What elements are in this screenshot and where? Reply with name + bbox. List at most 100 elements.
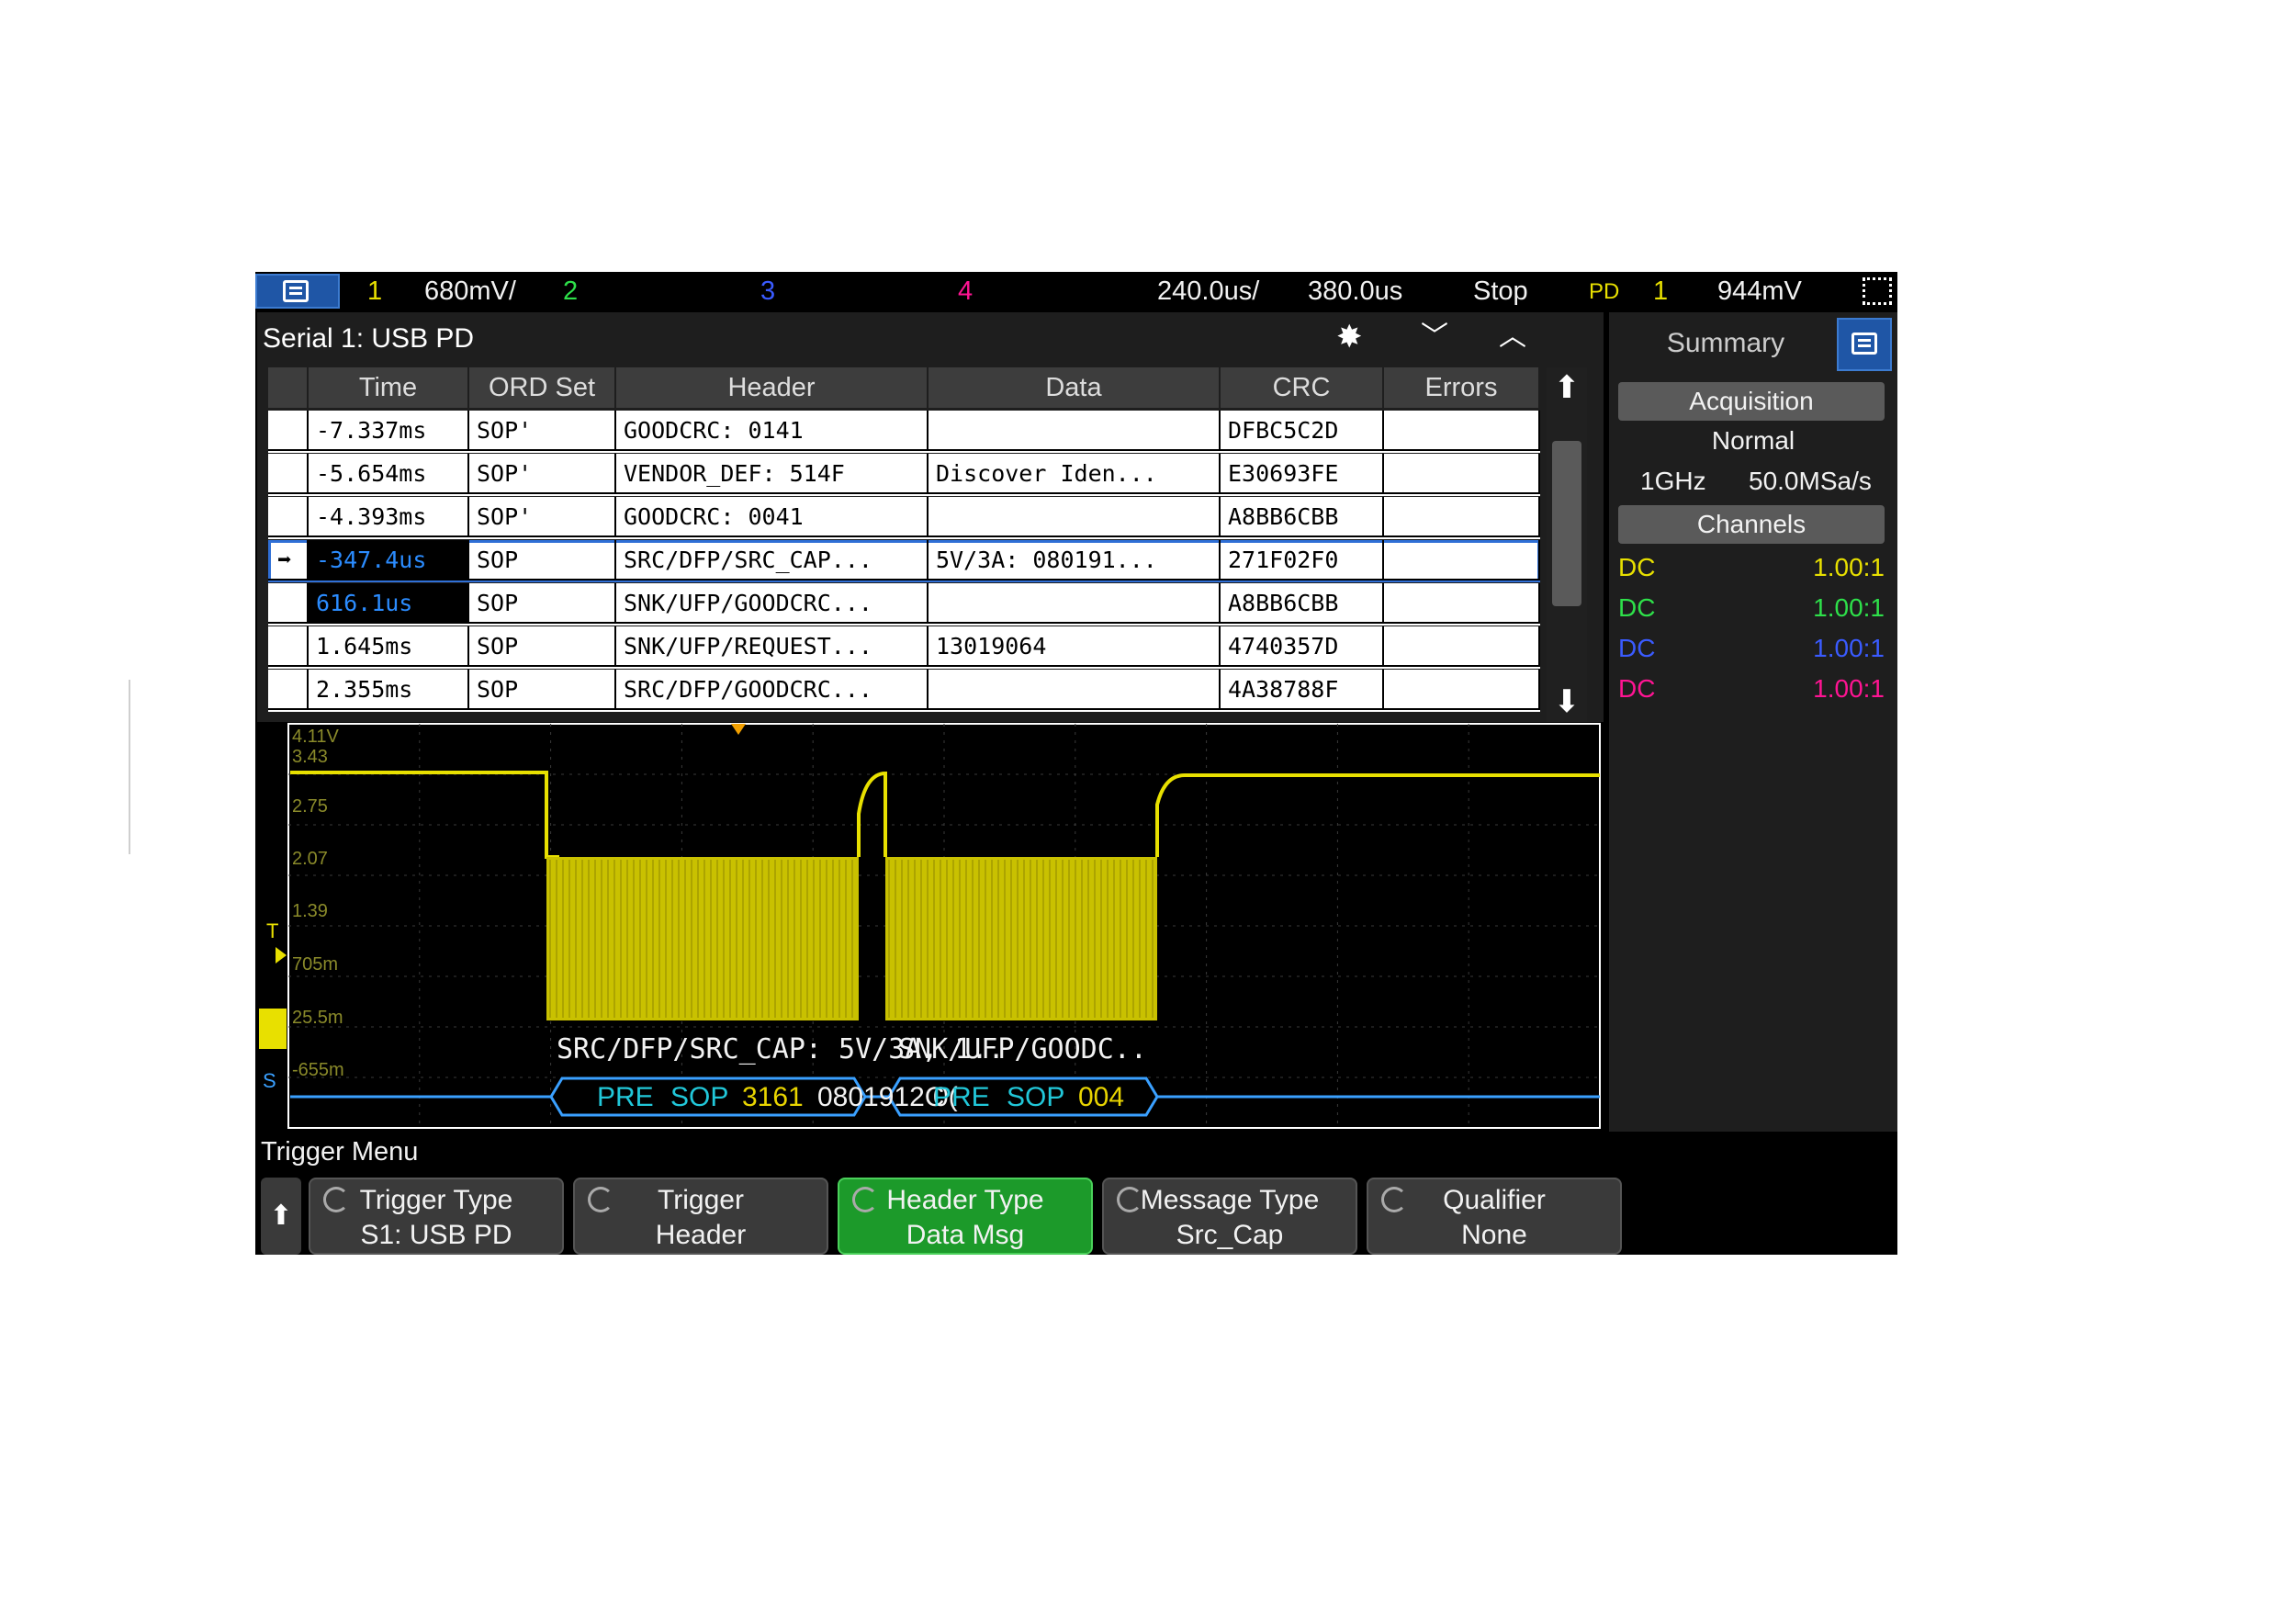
cell-header: VENDOR_DEF: 514F <box>616 454 929 494</box>
timebase-scale[interactable]: 240.0us/ <box>1157 276 1259 307</box>
probe-ratio: 1.00:1 <box>1813 634 1885 662</box>
table-header: Time ORD Set Header Data CRC Errors <box>268 367 1540 410</box>
table-row[interactable]: 1.645ms SOP SNK/UFP/REQUEST... 13019064 … <box>268 626 1540 669</box>
stray-divider-line <box>129 680 130 854</box>
table-row-selected[interactable]: ➡ -347.4us SOP SRC/DFP/SRC_CAP... 5V/3A:… <box>268 540 1540 582</box>
softkey-header-type[interactable]: Header Type Data Msg <box>838 1178 1093 1255</box>
cell-errors <box>1384 670 1540 710</box>
bus2-header: 004 <box>1078 1082 1124 1112</box>
acquisition-mode: Normal <box>1711 426 1795 455</box>
voltage-tick: 2.75 <box>292 796 328 817</box>
ch4-number[interactable]: 4 <box>958 276 973 307</box>
cell-ord: SOP' <box>469 411 616 451</box>
summary-tab[interactable]: Summary <box>1620 321 1831 366</box>
settings-gear-icon[interactable]: ✸ <box>1336 321 1363 353</box>
cell-crc: 4A38788F <box>1221 670 1384 710</box>
waveform-display[interactable]: 4.11V 3.43 2.75 2.07 1.39 705m 25.5m -65… <box>255 722 1602 1132</box>
table-row[interactable]: 2.355ms SOP SRC/DFP/GOODCRC... 4A38788F <box>268 670 1540 712</box>
cell-errors <box>1384 540 1540 581</box>
ch1-ground-marker[interactable] <box>259 1009 287 1049</box>
cell-ord: SOP <box>469 540 616 581</box>
row-marker: ➡ <box>268 540 309 581</box>
bus1-header: 3161 <box>742 1082 804 1112</box>
scroll-thumb[interactable] <box>1552 441 1581 606</box>
cell-header: SNK/UFP/GOODCRC... <box>616 583 929 624</box>
softkey-value: Header <box>655 1220 747 1250</box>
channel-2-row: DC 1.00:1 <box>1618 593 1885 630</box>
ch1-scale[interactable]: 680mV/ <box>424 276 516 307</box>
softkey-trigger-type[interactable]: Trigger Type S1: USB PD <box>309 1178 564 1255</box>
cell-data: 5V/3A: 080191... <box>929 540 1221 581</box>
menu-up-arrow-icon[interactable]: ⬆ <box>261 1178 301 1255</box>
col-data-header[interactable]: Data <box>929 367 1221 408</box>
cell-errors <box>1384 454 1540 494</box>
acquisition-header[interactable]: Acquisition <box>1618 382 1885 421</box>
col-header-header[interactable]: Header <box>616 367 929 408</box>
table-row[interactable]: -5.654ms SOP' VENDOR_DEF: 514F Discover … <box>268 454 1540 496</box>
cell-time: 2.355ms <box>309 670 469 710</box>
table-row[interactable]: -7.337ms SOP' GOODCRC: 0141 DFBC5C2D <box>268 411 1540 453</box>
softkey-qualifier[interactable]: Qualifier None <box>1367 1178 1622 1255</box>
col-crc-header[interactable]: CRC <box>1221 367 1384 408</box>
voltage-tick: 4.11V <box>292 727 339 747</box>
ch2-number[interactable]: 2 <box>563 276 578 307</box>
bus1-data: 0801912C <box>817 1082 944 1112</box>
sidebar-menu-button[interactable] <box>1837 318 1892 371</box>
cell-header: GOODCRC: 0041 <box>616 497 929 537</box>
zoom-icon[interactable] <box>1863 277 1892 305</box>
trigger-channel[interactable]: 1 <box>1653 276 1668 307</box>
softkey-trigger[interactable]: Trigger Header <box>573 1178 828 1255</box>
softkey-value: None <box>1461 1220 1527 1250</box>
col-errors-header[interactable]: Errors <box>1384 367 1540 408</box>
menu-icon <box>283 280 309 302</box>
ch1-number[interactable]: 1 <box>367 276 382 307</box>
softkey-value: Src_Cap <box>1176 1220 1284 1250</box>
col-time-header[interactable]: Time <box>309 367 469 408</box>
softkey-label: Header Type <box>886 1185 1044 1215</box>
cell-data <box>929 411 1221 451</box>
cell-crc: E30693FE <box>1221 454 1384 494</box>
channels-header[interactable]: Channels <box>1618 505 1885 544</box>
arrow-right-icon: ➡ <box>277 547 292 574</box>
chevron-double-down-icon[interactable]: ﹀ <box>1421 321 1448 353</box>
decode-label-2: SNK/UFP/GOODC.. <box>898 1033 1147 1065</box>
softkey-label: Trigger Type <box>359 1185 513 1215</box>
row-marker <box>268 583 309 624</box>
cell-time: -7.337ms <box>309 411 469 451</box>
voltage-tick: 2.07 <box>292 849 328 869</box>
coupling: DC <box>1618 593 1656 622</box>
ch3-number[interactable]: 3 <box>760 276 775 307</box>
table-row[interactable]: 616.1us SOP SNK/UFP/GOODCRC... A8BB6CBB <box>268 583 1540 626</box>
table-row[interactable]: -4.393ms SOP' GOODCRC: 0041 A8BB6CBB <box>268 497 1540 539</box>
voltage-tick: 3.43 <box>292 747 328 767</box>
channel-3-row: DC 1.00:1 <box>1618 634 1885 671</box>
trigger-level-marker[interactable]: T <box>266 919 278 942</box>
run-state[interactable]: Stop <box>1473 276 1528 307</box>
row-marker <box>268 454 309 494</box>
chevron-double-up-icon[interactable]: ︿ <box>1499 321 1526 353</box>
bandwidth: 1GHz <box>1640 467 1706 495</box>
cell-errors <box>1384 497 1540 537</box>
cell-crc: A8BB6CBB <box>1221 497 1384 537</box>
trigger-level[interactable]: 944mV <box>1717 276 1802 307</box>
probe-ratio: 1.00:1 <box>1813 553 1885 581</box>
time-delay[interactable]: 380.0us <box>1308 276 1402 307</box>
main-menu-button[interactable] <box>255 274 340 309</box>
cell-time: 616.1us <box>309 583 469 624</box>
col-marker-header <box>268 367 309 408</box>
panel-title: Serial 1: USB PD <box>263 323 475 354</box>
softkey-label: Trigger <box>658 1185 744 1215</box>
table-scrollbar[interactable]: ⬆ ⬇ <box>1547 367 1587 722</box>
oscilloscope-display: 1 680mV/ 2 3 4 240.0us/ 380.0us Stop PD … <box>255 272 1897 1255</box>
cell-header: SNK/UFP/REQUEST... <box>616 626 929 667</box>
cell-ord: SOP <box>469 583 616 624</box>
arrow-up-icon[interactable]: ⬆ <box>1547 367 1587 408</box>
serial-bus-marker[interactable]: S <box>263 1069 276 1092</box>
channel-4-row: DC 1.00:1 <box>1618 674 1885 711</box>
row-marker <box>268 626 309 667</box>
bus1-preamble: PRE <box>597 1082 654 1112</box>
arrow-down-icon[interactable]: ⬇ <box>1547 682 1587 722</box>
softkey-message-type[interactable]: Message Type Src_Cap <box>1102 1178 1357 1255</box>
row-marker <box>268 411 309 451</box>
col-ord-header[interactable]: ORD Set <box>469 367 616 408</box>
